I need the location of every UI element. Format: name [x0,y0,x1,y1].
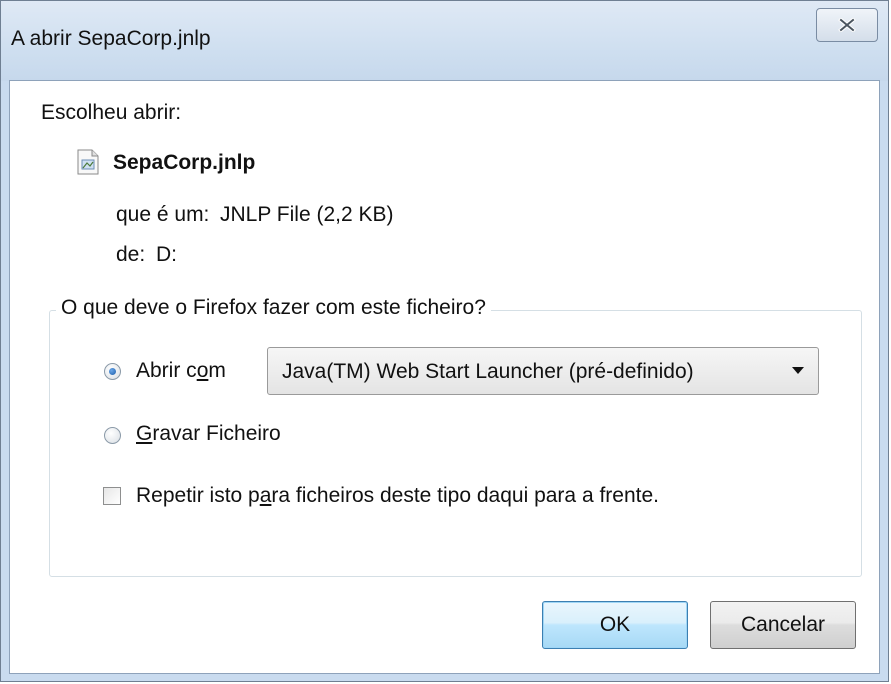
save-file-label[interactable]: Gravar Ficheiro [136,422,281,446]
cancel-button[interactable]: Cancelar [710,601,856,649]
jnlp-file-icon [77,149,99,175]
open-with-label[interactable]: Abrir com [136,359,226,383]
from-label: de: [116,243,146,266]
selected-app-value: Java(TM) Web Start Launcher (pré-definid… [282,360,694,383]
close-icon [838,18,856,32]
open-with-radio[interactable] [104,363,121,380]
title-bar[interactable]: A abrir SepaCorp.jnlp [1,1,888,81]
from-value: D: [156,243,177,266]
repeat-label[interactable]: Repetir isto para ficheiros deste tipo d… [136,484,659,508]
dialog-body: Escolheu abrir: SepaCorp.jnlp que é um: … [9,80,880,674]
download-dialog-window: A abrir SepaCorp.jnlp Escolheu abrir: Se… [0,0,889,682]
type-label: que é um: [116,203,210,226]
repeat-checkbox[interactable] [103,487,121,505]
action-group-legend: O que deve o Firefox fazer com este fich… [56,296,491,320]
ok-button[interactable]: OK [542,601,688,649]
type-value: JNLP File (2,2 KB) [220,203,394,226]
close-button[interactable] [816,8,878,42]
window-title: A abrir SepaCorp.jnlp [11,27,211,50]
intro-label: Escolheu abrir: [41,101,182,124]
chevron-down-icon [792,367,804,374]
open-with-app-select[interactable]: Java(TM) Web Start Launcher (pré-definid… [267,347,819,395]
save-file-radio[interactable] [104,427,121,444]
file-name: SepaCorp.jnlp [113,151,256,174]
